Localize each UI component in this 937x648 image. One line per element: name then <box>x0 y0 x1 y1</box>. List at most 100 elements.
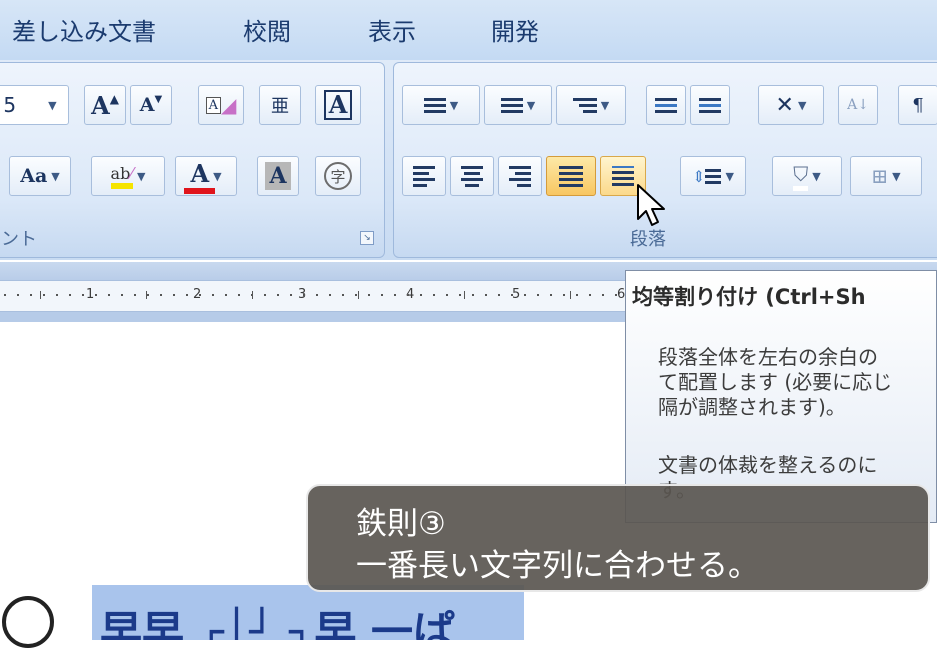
chevron-down-icon: ▼ <box>526 98 536 112</box>
multilevel-list-button[interactable]: ▼ <box>556 85 626 125</box>
asian-layout-icon: ✕ <box>775 92 794 118</box>
ruler-dot <box>459 294 461 296</box>
ruler-dot <box>394 294 396 296</box>
tab-mailings[interactable]: 差し込み文書 <box>12 12 156 47</box>
chevron-down-icon: ▼ <box>136 169 146 183</box>
ruler-dot <box>589 294 591 296</box>
align-center-icon <box>461 165 483 187</box>
ruler-dot <box>134 294 136 296</box>
ruler-dot <box>290 294 292 296</box>
font-color-bar <box>184 187 216 194</box>
font-group: 5 ▼ A ▲ A ▼ A ◢ 亜 A Aa ▼ ab⁄ ▼ A ▼ A 字 ント ↘ <box>0 62 385 258</box>
ruler-tick <box>464 291 465 299</box>
ruler-dot <box>160 294 162 296</box>
line-spacing-button[interactable]: ⇕ ▼ <box>680 156 746 196</box>
chevron-down-icon: ▼ <box>725 169 734 183</box>
ruler-tick <box>40 291 41 299</box>
arrow-cursor-icon <box>637 184 665 226</box>
ruler-dot <box>472 294 474 296</box>
ruler-dot <box>30 294 32 296</box>
chevron-down-icon: ▼ <box>449 98 459 112</box>
ruler-number: 5 <box>512 287 521 302</box>
char-border-button[interactable]: A <box>315 85 361 125</box>
ruler-dot <box>121 294 123 296</box>
char-shading-button[interactable]: A <box>257 156 299 196</box>
increase-indent-button[interactable] <box>690 85 730 125</box>
change-case-button[interactable]: Aa ▼ <box>9 156 71 196</box>
ruler-dot <box>212 294 214 296</box>
phonetic-guide-button[interactable]: 亜 <box>259 85 301 125</box>
ruler-dot <box>381 294 383 296</box>
caption-overlay: 鉄則③ 一番長い文字列に合わせる。 <box>306 484 930 592</box>
highlight-color-bar <box>110 182 133 189</box>
show-marks-button[interactable]: ¶ <box>898 85 937 125</box>
ruler-dot <box>4 294 6 296</box>
ruler-tick <box>358 291 359 299</box>
chevron-down-icon: ▼ <box>51 169 60 183</box>
chevron-down-icon: ▼ <box>812 169 821 183</box>
tab-developer[interactable]: 開発 <box>491 12 539 47</box>
sort-icon: A↓ <box>847 97 869 113</box>
ruler-dot <box>329 294 331 296</box>
document-text[interactable]: 早早 ┌│┘ ┐早 一ぱ <box>100 598 455 640</box>
align-right-button[interactable] <box>498 156 542 196</box>
ruler-dot <box>108 294 110 296</box>
ruler-dot <box>173 294 175 296</box>
chevron-down-icon: ▼ <box>892 169 901 183</box>
font-color-button[interactable]: A ▼ <box>175 156 237 196</box>
ruler-dot <box>485 294 487 296</box>
ruler-dot <box>147 294 149 296</box>
paint-bucket-icon: ⛉ <box>793 162 809 191</box>
distributed-icon <box>612 166 634 186</box>
ruler-dot <box>576 294 578 296</box>
down-arrow-icon: ▼ <box>154 94 163 105</box>
dialog-launcher-icon[interactable]: ↘ <box>360 231 374 245</box>
line-spacing-icon <box>705 168 722 184</box>
justify-button[interactable] <box>546 156 596 196</box>
align-center-button[interactable] <box>450 156 494 196</box>
grow-font-button[interactable]: A ▲ <box>84 85 126 125</box>
sort-button[interactable]: A↓ <box>838 85 878 125</box>
marker-icon: ⁄ <box>130 163 133 183</box>
ruler-dot <box>303 294 305 296</box>
bullets-button[interactable]: ▼ <box>402 85 480 125</box>
font-group-label: ント <box>1 229 37 250</box>
enclosed-character <box>2 596 54 648</box>
ruler-dot <box>407 294 409 296</box>
caption-title: 鉄則③ <box>356 506 446 542</box>
align-left-icon <box>413 165 435 187</box>
tooltip-line: 隔が調整されます)。 <box>658 395 846 419</box>
ribbon-tab-bar: 差し込み文書 校閲 表示 開発 <box>0 0 937 60</box>
border-grid-icon: ⊞ <box>871 164 889 188</box>
ruler-dot <box>550 294 552 296</box>
ruler-dot <box>511 294 513 296</box>
enclose-char-button[interactable]: 字 <box>315 156 361 196</box>
tab-view[interactable]: 表示 <box>368 12 416 47</box>
multilevel-list-icon <box>572 97 597 113</box>
tooltip-title: 均等割り付け (Ctrl+Sh <box>632 285 866 309</box>
ruler-dot <box>238 294 240 296</box>
up-down-arrow-icon: ⇕ <box>692 166 706 186</box>
bullet-list-icon <box>423 97 446 113</box>
decrease-indent-icon <box>655 97 677 113</box>
numbering-button[interactable]: ▼ <box>484 85 552 125</box>
caption-text: 一番長い文字列に合わせる。 <box>356 548 759 584</box>
asian-layout-button[interactable]: ✕ ▼ <box>758 85 824 125</box>
shrink-font-button[interactable]: A ▼ <box>130 85 172 125</box>
highlight-button[interactable]: ab⁄ ▼ <box>91 156 165 196</box>
ruler-dot <box>342 294 344 296</box>
font-size-select[interactable]: 5 ▼ <box>0 85 69 125</box>
ruler-dot <box>69 294 71 296</box>
ruler-dot <box>251 294 253 296</box>
tab-review[interactable]: 校閲 <box>243 12 291 47</box>
decrease-indent-button[interactable] <box>646 85 686 125</box>
horizontal-ruler[interactable]: 1 2 3 4 5 6 <box>0 280 625 312</box>
borders-button[interactable]: ⊞ ▼ <box>850 156 922 196</box>
ruler-dot <box>95 294 97 296</box>
ruler-dot <box>433 294 435 296</box>
ruler-tick <box>570 291 571 299</box>
clear-format-button[interactable]: A ◢ <box>198 85 244 125</box>
align-left-button[interactable] <box>402 156 446 196</box>
shading-button[interactable]: ⛉ ▼ <box>772 156 842 196</box>
ruler-dot <box>17 294 19 296</box>
